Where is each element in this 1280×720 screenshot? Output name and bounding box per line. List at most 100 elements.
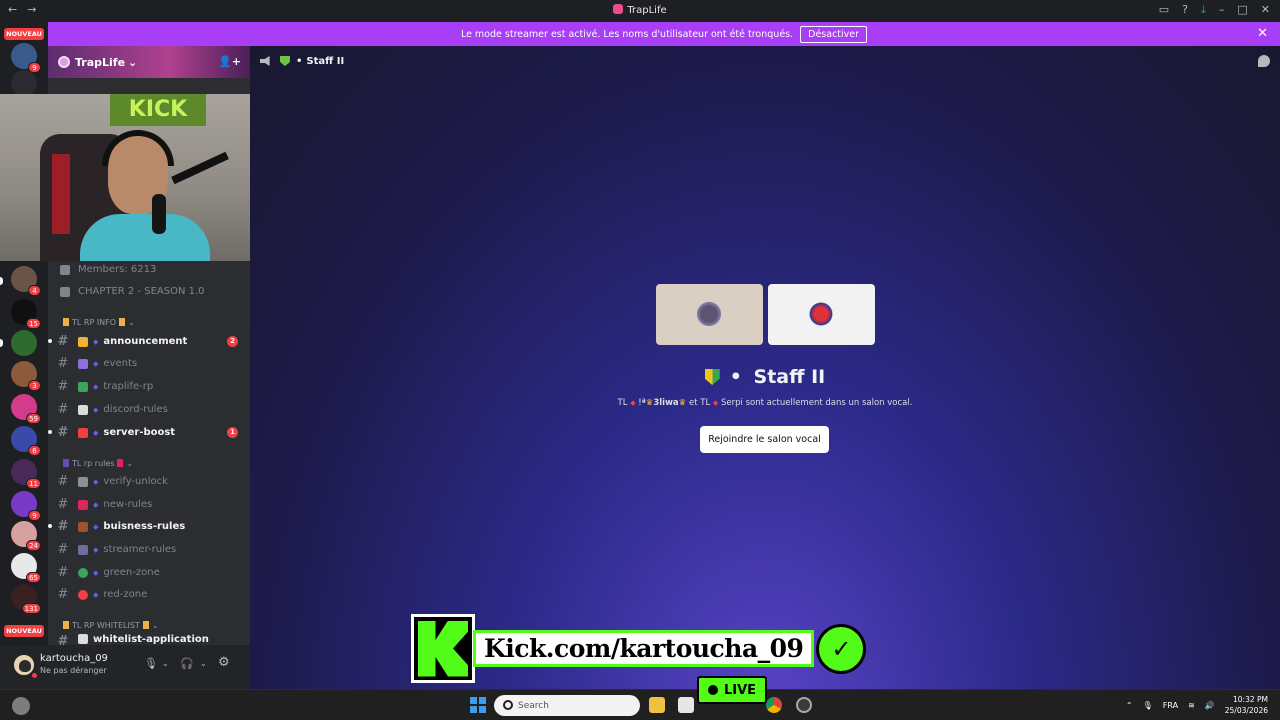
channel-whitelist-application[interactable]: # whitelist-application xyxy=(56,634,244,645)
locked-channel[interactable]: CHAPTER 2 - SEASON 1.0 xyxy=(56,281,244,302)
server-icon[interactable]: 15 xyxy=(11,299,41,329)
channel-green-zone[interactable]: # ◆ green-zone xyxy=(56,562,244,583)
verified-check-icon: ✓ xyxy=(816,623,867,674)
chevron-up-icon[interactable]: ⌃ xyxy=(1126,701,1133,710)
close-banner-icon[interactable]: ✕ xyxy=(1257,26,1268,41)
channel-events[interactable]: # ◆ events xyxy=(56,353,244,374)
server-icon[interactable]: 9 xyxy=(11,491,41,521)
channel-buisness-rules[interactable]: # ◆ buisness-rules xyxy=(56,516,244,537)
lock-icon xyxy=(60,286,70,297)
store-icon[interactable] xyxy=(678,697,694,713)
channel-header: • Staff II xyxy=(250,46,1280,76)
diamond-icon: ◆ xyxy=(93,382,99,391)
channel-red-zone[interactable]: # ◆ red-zone xyxy=(56,584,244,605)
server-badge: 9 xyxy=(28,510,41,521)
channel-traplife-rp[interactable]: # ◆ traplife-rp xyxy=(56,376,244,397)
chrome-icon[interactable] xyxy=(766,697,782,713)
server-icon[interactable]: 131 xyxy=(11,584,41,614)
server-icon[interactable]: 3 xyxy=(11,361,41,391)
category-tl-rp-rules[interactable]: TL rp rules ⌄ xyxy=(60,456,133,470)
channel-discord-rules[interactable]: # ◆ discord-rules xyxy=(56,399,244,420)
category-tl-rp-info[interactable]: TL RP INFO ⌄ xyxy=(60,315,135,329)
hash-icon: # xyxy=(57,379,69,394)
disable-streamer-button[interactable]: Désactiver xyxy=(800,25,868,43)
chevron-down-icon[interactable]: ⌄ xyxy=(200,659,207,668)
minimize-icon[interactable]: – xyxy=(1219,3,1225,17)
voice-channel-name: Staff II xyxy=(753,366,826,388)
maximize-icon[interactable]: □ xyxy=(1237,3,1247,17)
server-icon[interactable]: 11 xyxy=(11,459,41,489)
clock[interactable]: 10:32 PM 25/03/2026 xyxy=(1225,694,1268,716)
participant-tile[interactable] xyxy=(656,284,763,345)
hash-icon: # xyxy=(57,402,69,417)
settings-gear-icon[interactable]: ⚙ xyxy=(218,655,230,670)
server-icon[interactable]: 9 xyxy=(11,43,41,73)
beginner-badge-icon xyxy=(280,56,290,66)
channel-streamer-rules[interactable]: # ◆ streamer-rules xyxy=(56,539,244,560)
participant-name: Serpi xyxy=(721,398,743,408)
channel-label: traplife-rp xyxy=(103,381,154,392)
help-icon[interactable]: ? xyxy=(1182,3,1188,17)
channel-label: verify-unlock xyxy=(103,476,168,487)
server-icon[interactable]: 59 xyxy=(11,394,41,424)
beginner-badge-icon xyxy=(704,369,720,385)
server-badge: 15 xyxy=(26,318,41,329)
channel-server-boost[interactable]: # ◆ server-boost 1 xyxy=(56,422,244,443)
chat-bubble-icon[interactable] xyxy=(1258,55,1270,67)
document-icon xyxy=(78,634,88,644)
weather-widget-icon[interactable] xyxy=(12,697,30,715)
server-icon[interactable] xyxy=(11,70,37,96)
headphones-icon[interactable]: 🎧 xyxy=(180,657,194,670)
live-badge: LIVE xyxy=(697,676,767,704)
hash-icon: # xyxy=(57,542,69,557)
hash-icon: # xyxy=(57,587,69,602)
invite-icon[interactable]: 👤+ xyxy=(218,55,241,68)
speaker-icon xyxy=(260,56,270,66)
microphone-icon[interactable]: 🎙 xyxy=(1143,701,1153,710)
server-icon[interactable]: 4 xyxy=(11,266,41,296)
participant-avatar xyxy=(807,300,835,328)
microphone-icon[interactable]: 🎙 xyxy=(144,657,158,670)
taskbar-search[interactable]: Search xyxy=(494,695,640,716)
file-explorer-icon[interactable] xyxy=(649,697,665,713)
diamond-icon: ◆ xyxy=(93,359,99,368)
inbox-icon[interactable]: ▭ xyxy=(1159,3,1169,17)
channel-label: green-zone xyxy=(103,567,160,578)
diamond-icon: ◆ xyxy=(93,500,99,509)
app-icon[interactable] xyxy=(796,697,812,713)
channel-new-rules[interactable]: # ◆ new-rules xyxy=(56,494,244,515)
unread-dot xyxy=(48,524,52,528)
chevron-down-icon[interactable]: ⌄ xyxy=(162,659,169,668)
category-tl-rp-whitelist[interactable]: TL RP WHITELIST ⌄ xyxy=(60,618,159,632)
server-icon[interactable] xyxy=(11,330,37,356)
channel-announcement[interactable]: # ◆ announcement 2 xyxy=(56,331,244,352)
briefcase-icon xyxy=(78,521,88,532)
chevron-down-icon: ⌄ xyxy=(128,317,135,327)
green-circle-icon xyxy=(78,567,88,578)
server-icon[interactable]: 6 xyxy=(11,426,41,456)
locked-channel[interactable]: Members: 6213 xyxy=(56,259,244,280)
participant-tile[interactable] xyxy=(768,284,875,345)
close-window-icon[interactable]: ✕ xyxy=(1261,3,1270,17)
join-voice-button[interactable]: Rejoindre le salon vocal xyxy=(700,426,829,453)
start-button-icon[interactable] xyxy=(470,697,486,713)
diamond-icon: ◆ xyxy=(630,399,636,407)
diamond-icon: ◆ xyxy=(93,405,99,414)
channel-label: streamer-rules xyxy=(103,544,177,555)
volume-icon[interactable]: 🔊 xyxy=(1205,701,1215,710)
server-icon[interactable]: 24 xyxy=(11,521,41,551)
channel-label: new-rules xyxy=(103,499,153,510)
kick-url: Kick.com/kartoucha_09 xyxy=(473,630,815,667)
language-indicator[interactable]: FRA xyxy=(1163,701,1178,710)
channel-verify-unlock[interactable]: # ◆ verify-unlock xyxy=(56,471,244,492)
download-icon[interactable]: ⤓ xyxy=(1201,3,1206,17)
server-icon[interactable]: 65 xyxy=(11,553,41,583)
server-badge: 6 xyxy=(28,445,41,456)
server-header[interactable]: TrapLife ⌄ 👤+ xyxy=(48,46,250,78)
wifi-icon[interactable]: ≋ xyxy=(1188,701,1195,710)
red-circle-icon xyxy=(78,589,88,600)
username[interactable]: kartoucha_09 xyxy=(40,653,108,664)
live-label: LIVE xyxy=(723,682,757,698)
streamer-mode-banner: Le mode streamer est activé. Les noms d'… xyxy=(48,22,1280,46)
document-icon xyxy=(78,404,88,415)
